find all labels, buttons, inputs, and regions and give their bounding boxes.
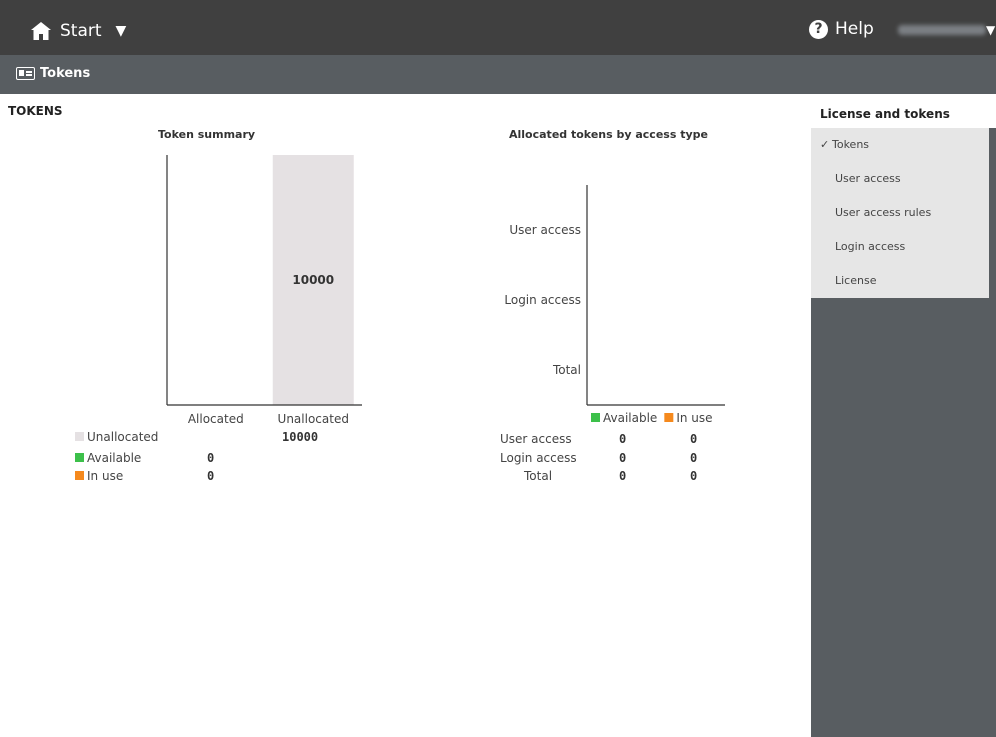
help-button[interactable]: ? Help	[809, 19, 874, 39]
row-available-value: 0	[619, 432, 627, 446]
help-icon: ?	[809, 19, 828, 39]
token-summary-title: Token summary	[158, 128, 256, 141]
caret-down-icon[interactable]: ▼	[986, 23, 995, 37]
sidebar-item-license[interactable]: License	[811, 264, 989, 298]
y-tick-label: User access	[509, 223, 581, 237]
y-tick-label: Login access	[504, 293, 581, 307]
unallocated-swatch	[75, 432, 84, 441]
legend-available: Available	[75, 451, 141, 465]
sidebar-item-tokens[interactable]: ✓ Tokens	[811, 128, 989, 162]
x-tick-label: Allocated	[188, 412, 244, 426]
start-label: Start	[60, 21, 102, 41]
breadcrumb-label: Tokens	[40, 66, 91, 81]
sidebar-menu: ✓ Tokens User access User access rules Lo…	[811, 128, 989, 298]
sidebar-item-label: Tokens	[832, 138, 870, 151]
legend-swatch	[591, 413, 600, 422]
access-type-chart-title: Allocated tokens by access type	[509, 128, 708, 141]
legend-label: In use	[676, 411, 712, 425]
legend-label: In use	[87, 469, 124, 483]
legend-label: Unallocated	[87, 430, 159, 444]
row-in-use-value: 0	[690, 451, 698, 465]
legend-swatch	[664, 413, 674, 422]
row-label: Total	[524, 469, 553, 483]
in-use-swatch	[75, 471, 84, 480]
sidebar-item-label: User access	[835, 172, 901, 185]
sidebar-title: License and tokens	[811, 94, 996, 128]
unallocated-value: 10000	[282, 430, 319, 444]
access-type-chart: User access Login access Total Available In …	[504, 185, 725, 425]
bar-data-label: 10000	[292, 273, 334, 287]
token-summary-chart: Allocated 10000 Unallocated	[166, 155, 362, 426]
sidebar-item-label: Login access	[835, 240, 906, 253]
legend-label: Available	[603, 411, 657, 425]
help-label: Help	[835, 19, 874, 39]
breadcrumb: Tokens	[16, 66, 90, 81]
sidebar-item-user-access-rules[interactable]: User access rules	[811, 196, 989, 230]
available-value: 0	[207, 451, 215, 465]
sidebar-item-login-access[interactable]: Login access	[811, 230, 989, 264]
home-icon	[31, 22, 51, 40]
page-title: TOKENS	[8, 104, 63, 118]
row-label: Login access	[500, 451, 577, 465]
sidebar-item-label: User access rules	[835, 206, 932, 219]
start-menu-button[interactable]: Start ▼	[30, 21, 126, 41]
legend-unallocated: Unallocated	[75, 430, 158, 444]
id-card-icon	[16, 67, 35, 80]
legend-in-use: In use	[75, 469, 123, 483]
row-in-use-value: 0	[690, 469, 698, 483]
row-available-value: 0	[619, 469, 627, 483]
row-available-value: 0	[619, 451, 627, 465]
in-use-value: 0	[207, 469, 215, 483]
sidebar-item-user-access[interactable]: User access	[811, 162, 989, 196]
caret-down-icon: ▼	[115, 23, 127, 39]
row-label: User access	[500, 432, 572, 446]
top-bar: Start ▼ ? Help ▼	[0, 0, 996, 55]
available-swatch	[75, 453, 84, 462]
right-sidebar: License and tokens ✓ Tokens User access U…	[811, 94, 996, 737]
row-in-use-value: 0	[690, 432, 698, 446]
x-tick-label: Unallocated	[278, 412, 349, 426]
sub-bar: Tokens	[0, 55, 996, 94]
y-tick-label: Total	[552, 363, 581, 377]
check-icon: ✓	[820, 138, 830, 151]
legend-label: Available	[87, 451, 142, 465]
user-menu-blurred[interactable]	[898, 25, 986, 35]
sidebar-item-label: License	[835, 274, 877, 287]
